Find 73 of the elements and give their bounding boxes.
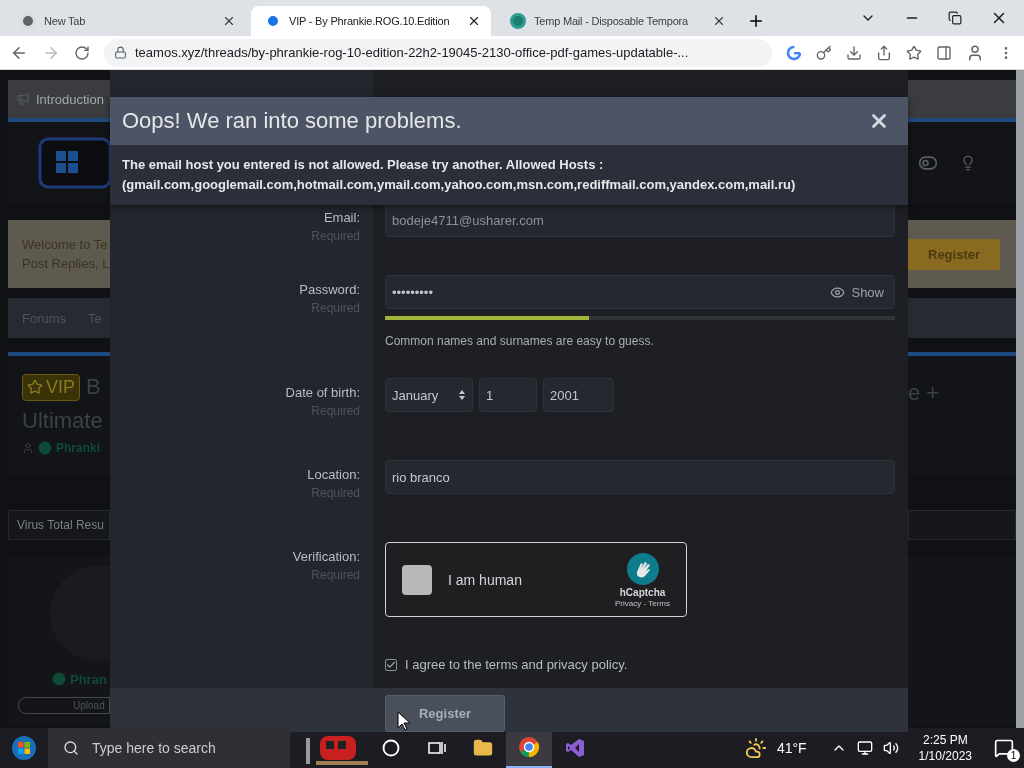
captcha-label: I am human: [448, 571, 523, 588]
search-icon: [63, 740, 79, 756]
cortana-icon[interactable]: [382, 739, 400, 757]
scrollbar[interactable]: [1016, 70, 1024, 728]
year-field[interactable]: 2001: [543, 378, 614, 412]
tab-favicon-icon: [510, 13, 526, 29]
vip-badge: VIP: [22, 373, 80, 401]
key-icon[interactable]: [816, 44, 832, 61]
error-message: (gmail.com,googlemail.com,hotmail.com,ymail.com,yahoo.com,msn.com,rediffmail.com,yandex.com,mail.ru): [122, 177, 797, 192]
field-label: Password:: [299, 282, 360, 297]
google-logo-icon[interactable]: [786, 44, 802, 61]
task-view-icon[interactable]: [428, 740, 446, 756]
updown-arrows-icon: [458, 389, 466, 401]
browser-tab[interactable]: Temp Mail - Disposable Tempora: [496, 6, 736, 36]
clock[interactable]: 2:25 PM 1/10/2023: [918, 732, 972, 764]
restore-icon[interactable]: [948, 11, 962, 25]
user-badge-icon: [52, 672, 66, 686]
register-button[interactable]: Register: [385, 695, 505, 732]
share-icon[interactable]: [876, 44, 892, 61]
user-badge-icon: [38, 441, 52, 455]
hand-logo-icon: [625, 551, 660, 586]
visual-studio-logo-icon[interactable]: [565, 738, 585, 758]
toggle-icon[interactable]: [918, 153, 938, 173]
folder-icon[interactable]: [473, 738, 493, 758]
error-title: Oops! We ran into some problems.: [122, 108, 462, 134]
close-icon[interactable]: [467, 14, 481, 28]
field-label: Date of birth:: [285, 385, 360, 400]
new-tab-icon[interactable]: [747, 12, 765, 30]
field-label: Email:: [323, 210, 360, 225]
text-field[interactable]: bodeje4711@usharer.com: [385, 203, 895, 237]
field-label: Verification:: [292, 549, 360, 564]
windows-logo-icon[interactable]: [11, 735, 37, 761]
notice-text: Introduction: [36, 91, 104, 107]
tab-favicon-icon: [20, 13, 36, 29]
close-icon[interactable]: [222, 14, 236, 28]
star-icon[interactable]: [906, 44, 922, 61]
taskbar-search-field[interactable]: Type here to search: [48, 728, 290, 768]
temperature-text[interactable]: 41°F: [776, 740, 807, 756]
lock-icon: [114, 46, 127, 59]
mouse-pointer-icon: [397, 711, 411, 731]
text-field[interactable]: rio branco: [385, 460, 895, 494]
notification-count: 1: [1007, 749, 1020, 762]
side-panel-icon[interactable]: [936, 44, 952, 61]
captcha-brand: hCaptcha: [619, 586, 666, 598]
profile-icon[interactable]: [966, 43, 984, 62]
day-field[interactable]: 1: [479, 378, 537, 412]
captcha-checkbox[interactable]: [402, 564, 432, 595]
volume-icon[interactable]: [882, 740, 899, 756]
megaphone-icon: [16, 92, 30, 106]
network-icon[interactable]: [856, 740, 873, 756]
eye-icon: [830, 284, 846, 300]
reload-icon[interactable]: [74, 44, 90, 61]
password-field[interactable]: ••••••••• Show: [385, 275, 895, 309]
browser-tab[interactable]: VIP - By Phrankie.ROG.10.Edition: [251, 6, 491, 36]
close-icon[interactable]: [712, 14, 726, 28]
download-icon[interactable]: [846, 44, 862, 61]
lightbulb-icon[interactable]: [960, 155, 976, 171]
star-icon: [27, 379, 43, 395]
error-message: The email host you entered is not allowed. Please try another. Allowed Hosts :: [122, 157, 605, 172]
password-strength-note: Common names and surnames are easy to guess.: [385, 334, 655, 348]
captcha-links[interactable]: Privacy - Terms: [615, 598, 670, 608]
chrome-logo-icon[interactable]: [518, 736, 540, 758]
weather-icon[interactable]: [744, 737, 767, 759]
user-icon: [22, 442, 34, 454]
address-bar[interactable]: teamos.xyz/threads/by-phrankie-rog-10-edition-22h2-19045-2130-office-pdf-games-updatable-...: [104, 38, 772, 67]
check-icon: [386, 659, 396, 670]
browser-tab[interactable]: New Tab: [6, 6, 246, 36]
month-select[interactable]: January: [385, 378, 473, 412]
tab-label[interactable]: Virus Total Resu: [17, 518, 104, 532]
show-password-button[interactable]: Show: [826, 284, 888, 300]
agree-checkbox[interactable]: I agree to the terms and privacy policy.: [385, 657, 895, 672]
field-label: Location:: [307, 467, 360, 482]
notifications-icon[interactable]: [994, 738, 1014, 758]
